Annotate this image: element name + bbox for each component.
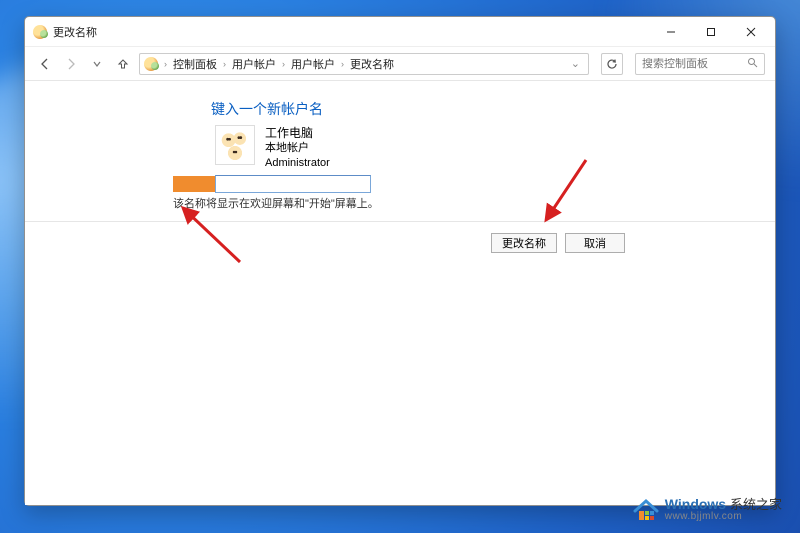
breadcrumb[interactable]: 更改名称 bbox=[350, 56, 394, 72]
watermark: Windows 系统之家 www.bjjmlv.com bbox=[623, 493, 790, 527]
window-controls bbox=[651, 19, 771, 45]
chevron-down-icon[interactable]: ⌄ bbox=[565, 57, 586, 70]
house-icon bbox=[631, 497, 659, 523]
breadcrumb[interactable]: 用户帐户 bbox=[291, 56, 335, 72]
navigation-bar: › 控制面板 › 用户帐户 › 用户帐户 › 更改名称 ⌄ bbox=[25, 47, 775, 81]
account-avatar bbox=[215, 125, 255, 165]
close-button[interactable] bbox=[731, 19, 771, 45]
refresh-button[interactable] bbox=[601, 53, 623, 75]
divider bbox=[25, 221, 775, 222]
watermark-brand: Windows bbox=[665, 496, 726, 512]
page-heading: 键入一个新帐户名 bbox=[211, 99, 323, 119]
search-icon bbox=[747, 57, 758, 71]
window-title: 更改名称 bbox=[53, 24, 97, 40]
redacted-block bbox=[173, 176, 215, 192]
account-role: Administrator bbox=[265, 156, 330, 171]
breadcrumb[interactable]: 用户帐户 bbox=[232, 56, 276, 72]
content-area: 键入一个新帐户名 工作电脑 本地帐户 Administrator 该名称将显示在… bbox=[25, 81, 775, 505]
chevron-right-icon[interactable]: › bbox=[221, 59, 228, 69]
breadcrumb[interactable]: 控制面板 bbox=[173, 56, 217, 72]
user-accounts-icon bbox=[144, 57, 158, 71]
address-bar[interactable]: › 控制面板 › 用户帐户 › 用户帐户 › 更改名称 ⌄ bbox=[139, 53, 589, 75]
cancel-button[interactable]: 取消 bbox=[565, 233, 625, 253]
search-input[interactable] bbox=[642, 58, 758, 70]
new-account-name-input[interactable] bbox=[215, 175, 371, 193]
chevron-right-icon[interactable]: › bbox=[339, 59, 346, 69]
user-accounts-icon bbox=[33, 25, 47, 39]
account-summary: 工作电脑 本地帐户 Administrator bbox=[215, 125, 330, 171]
titlebar[interactable]: 更改名称 bbox=[25, 17, 775, 47]
back-button[interactable] bbox=[35, 54, 55, 74]
account-name: 工作电脑 bbox=[265, 125, 330, 141]
control-panel-window: 更改名称 bbox=[24, 16, 776, 506]
forward-button[interactable] bbox=[61, 54, 81, 74]
chevron-right-icon[interactable]: › bbox=[162, 59, 169, 69]
account-type: 本地帐户 bbox=[265, 141, 330, 156]
up-button[interactable] bbox=[113, 54, 133, 74]
change-name-button[interactable]: 更改名称 bbox=[491, 233, 557, 253]
recent-locations-button[interactable] bbox=[87, 54, 107, 74]
minimize-button[interactable] bbox=[651, 19, 691, 45]
search-box[interactable] bbox=[635, 53, 765, 75]
watermark-url: www.bjjmlv.com bbox=[665, 512, 782, 523]
maximize-button[interactable] bbox=[691, 19, 731, 45]
helper-text: 该名称将显示在欢迎屏幕和"开始"屏幕上。 bbox=[173, 195, 379, 211]
chevron-right-icon[interactable]: › bbox=[280, 59, 287, 69]
desktop-wallpaper: 更改名称 bbox=[0, 0, 800, 533]
